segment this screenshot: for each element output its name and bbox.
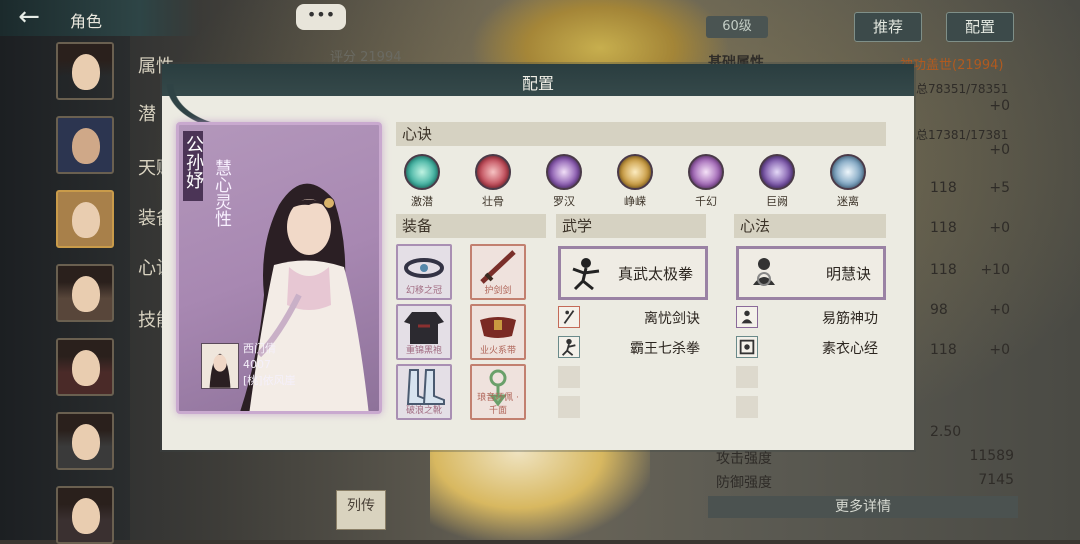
character-name: 公孙妤 xyxy=(183,135,204,189)
wuxue-main-skill[interactable]: 真武太极拳 xyxy=(558,246,708,300)
equip-slot-boots[interactable]: 破浪之靴 xyxy=(396,364,452,420)
empty-skill-slot[interactable] xyxy=(558,396,580,418)
menu-potential[interactable]: 潜 xyxy=(138,100,156,126)
character-thumb[interactable] xyxy=(56,190,114,248)
attr-value: 118 xyxy=(930,342,957,358)
xinfa-sub-skill[interactable]: 易筋神功 xyxy=(736,306,878,330)
attr-delta: +0 xyxy=(989,342,1010,358)
robe-icon xyxy=(404,312,444,344)
boots-icon xyxy=(406,369,445,405)
more-details-button[interactable]: 更多详情 xyxy=(708,496,1018,518)
meditation-icon xyxy=(753,258,775,286)
partner-id: 4007 xyxy=(243,358,271,371)
mp-delta: +0 xyxy=(989,142,1010,158)
fist-stance-icon xyxy=(572,258,600,291)
power-label: 神功盖世(21994) xyxy=(900,58,1004,73)
xinfa-sub-skill[interactable]: 素衣心经 xyxy=(736,336,878,360)
xinjue-orb-icon xyxy=(475,154,511,190)
xinfa-header: 心法 xyxy=(734,214,886,238)
hp-delta: +0 xyxy=(989,98,1010,114)
hp-text: 总78351/78351 xyxy=(916,82,1009,96)
attr-value: 118 xyxy=(930,262,957,278)
modal-title: 配置 xyxy=(521,74,554,93)
attr-delta: +5 xyxy=(989,180,1010,196)
xinjue-orb-icon xyxy=(688,154,724,190)
empty-skill-slot[interactable] xyxy=(736,396,758,418)
attr-value: 118 xyxy=(930,220,957,236)
modal-header: 配置 xyxy=(162,64,914,96)
character-thumb[interactable] xyxy=(56,264,114,322)
attr-delta: +0 xyxy=(989,302,1010,318)
chat-button[interactable]: ••• xyxy=(296,4,346,30)
character-thumb[interactable] xyxy=(56,412,114,470)
xinjue-slot[interactable]: 壮骨 xyxy=(465,154,521,209)
top-nav-bar: ← 角色 xyxy=(0,0,200,36)
character-list xyxy=(0,36,130,544)
xinjue-slot[interactable]: 激潜 xyxy=(394,154,450,209)
sword-skill-icon xyxy=(558,306,580,328)
partner-name: 西门倩 xyxy=(243,342,276,355)
equip-slot-belt[interactable]: 业火系带 xyxy=(470,304,526,360)
xinjue-slot[interactable]: 千幻 xyxy=(678,154,734,209)
xinjue-slot[interactable]: 罗汉 xyxy=(536,154,592,209)
crit-value: 2.50 xyxy=(930,424,962,440)
attr-value: 118 xyxy=(930,180,957,196)
xinjue-orb-icon xyxy=(830,154,866,190)
xinjue-slot[interactable]: 巨阙 xyxy=(749,154,805,209)
equip-header: 装备 xyxy=(396,214,546,238)
attack-value: 11589 xyxy=(969,448,1014,464)
xinjue-header: 心诀 xyxy=(396,122,886,146)
score-text: 评分 21994 xyxy=(330,50,402,65)
mp-text: 总17381/17381 xyxy=(916,128,1009,142)
config-button[interactable]: 配置 xyxy=(946,12,1014,42)
level-badge: 60级 xyxy=(706,16,768,38)
scripture-skill-icon xyxy=(736,336,758,358)
wuxue-header: 武学 xyxy=(556,214,706,238)
config-modal: 配置 公孙妤 慧心灵性 西门倩 4007 [桃]依风崖 心诀 激潜 壮骨 罗汉 … xyxy=(162,64,914,450)
character-portrait-card: 公孙妤 慧心灵性 西门倩 4007 [桃]依风崖 xyxy=(176,122,382,414)
attr-delta: +10 xyxy=(980,262,1010,278)
partner-info: 西门倩 4007 [桃]依风崖 xyxy=(243,341,296,389)
empty-skill-slot[interactable] xyxy=(736,366,758,388)
page-title: 角色 xyxy=(70,12,103,31)
character-thumb[interactable] xyxy=(56,42,114,100)
attr-delta: +0 xyxy=(989,220,1010,236)
character-thumb[interactable] xyxy=(56,338,114,396)
character-thumb[interactable] xyxy=(56,116,114,174)
attr-value: 98 xyxy=(930,302,948,318)
character-thumb[interactable] xyxy=(56,486,114,544)
equip-slot-robe[interactable]: 重锦黑袍 xyxy=(396,304,452,360)
partner-tag: [桃]依风崖 xyxy=(243,374,296,387)
defense-value: 7145 xyxy=(978,472,1014,488)
equip-slot-accessory[interactable]: 琅音环佩 · 千面 xyxy=(470,364,526,420)
attack-label: 攻击强度 xyxy=(716,451,772,467)
helmet-icon xyxy=(404,258,444,278)
equip-slot-helmet[interactable]: 幻移之冠 xyxy=(396,244,452,300)
empty-skill-slot[interactable] xyxy=(558,366,580,388)
wuxue-sub-skill[interactable]: 离忧剑诀 xyxy=(558,306,700,330)
recommend-button[interactable]: 推荐 xyxy=(854,12,922,42)
partner-avatar[interactable] xyxy=(201,343,239,389)
back-arrow-icon[interactable]: ← xyxy=(6,4,52,32)
equip-slot-weapon[interactable]: 护剑剑 xyxy=(470,244,526,300)
xinjue-orb-icon xyxy=(546,154,582,190)
belt-icon xyxy=(480,317,516,338)
defense-label: 防御强度 xyxy=(716,475,772,491)
xinjue-slot[interactable]: 峥嵘 xyxy=(607,154,663,209)
xinjue-orb-icon xyxy=(759,154,795,190)
sword-icon xyxy=(480,250,516,284)
wuxue-sub-skill[interactable]: 霸王七杀拳 xyxy=(558,336,700,360)
xinfa-main-skill[interactable]: 明慧诀 xyxy=(736,246,886,300)
xinjue-orb-icon xyxy=(617,154,653,190)
fist-skill-icon xyxy=(558,336,580,358)
biography-tab[interactable]: 列传 xyxy=(336,490,386,530)
xinjue-orb-icon xyxy=(404,154,440,190)
tendon-skill-icon xyxy=(736,306,758,328)
xinjue-slot[interactable]: 迷离 xyxy=(820,154,876,209)
